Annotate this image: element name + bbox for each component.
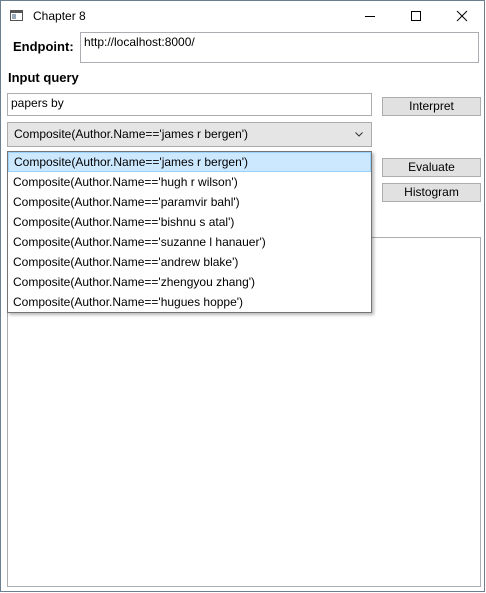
endpoint-input[interactable]: http://localhost:8000/ [80, 32, 479, 63]
close-button[interactable] [439, 1, 485, 31]
window-title: Chapter 8 [33, 9, 86, 23]
dropdown-option[interactable]: Composite(Author.Name=='paramvir bahl') [8, 192, 371, 212]
maximize-button[interactable] [393, 1, 439, 31]
dropdown-option[interactable]: Composite(Author.Name=='andrew blake') [8, 252, 371, 272]
minimize-icon [365, 16, 375, 17]
dropdown-option[interactable]: Composite(Author.Name=='bishnu s atal') [8, 212, 371, 232]
input-query-heading: Input query [8, 70, 79, 85]
dropdown-option[interactable]: Composite(Author.Name=='hugh r wilson') [8, 172, 371, 192]
chevron-down-icon [355, 132, 363, 137]
app-window: Chapter 8 Endpoint: http://localhost:800… [0, 0, 485, 592]
minimize-button[interactable] [347, 1, 393, 31]
combobox-dropdown-list[interactable]: Composite(Author.Name=='james r bergen')… [7, 151, 372, 313]
interpretation-combobox[interactable]: Composite(Author.Name=='james r bergen') [7, 122, 372, 147]
endpoint-label: Endpoint: [13, 39, 74, 54]
maximize-icon [411, 11, 421, 21]
dropdown-option[interactable]: Composite(Author.Name=='hugues hoppe') [8, 292, 371, 312]
evaluate-button[interactable]: Evaluate [382, 158, 481, 177]
query-input[interactable]: papers by [7, 93, 372, 116]
dropdown-option[interactable]: Composite(Author.Name=='zhengyou zhang') [8, 272, 371, 292]
histogram-button[interactable]: Histogram [382, 183, 481, 202]
dropdown-option[interactable]: Composite(Author.Name=='james r bergen') [8, 152, 371, 172]
dropdown-option[interactable]: Composite(Author.Name=='suzanne l hanaue… [8, 232, 371, 252]
window-app-icon [10, 10, 23, 21]
title-bar[interactable]: Chapter 8 [1, 1, 484, 31]
combobox-selected-value: Composite(Author.Name=='james r bergen') [14, 127, 249, 141]
close-icon [456, 10, 468, 22]
interpret-button[interactable]: Interpret [382, 97, 481, 116]
